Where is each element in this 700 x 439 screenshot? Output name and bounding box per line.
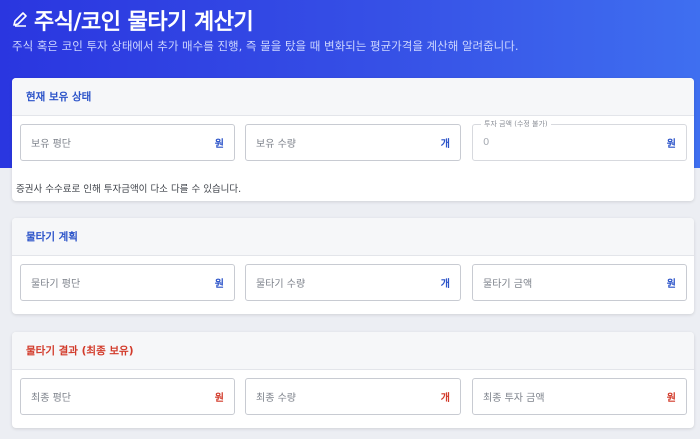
count-unit: 개 xyxy=(440,393,450,404)
holding-avg-price-placeholder: 보유 평단 xyxy=(31,139,71,150)
pencil-icon xyxy=(12,8,28,33)
result-card: 물타기 결과 (최종 보유) 최종 평단 원 최종 수량 개 최종 투자 금액 … xyxy=(12,332,694,428)
result-amount-placeholder: 최종 투자 금액 xyxy=(483,393,545,404)
won-unit: 원 xyxy=(666,393,676,404)
result-avg-price-placeholder: 최종 평단 xyxy=(31,393,71,404)
won-unit: 원 xyxy=(666,279,676,290)
page-subtitle: 주식 혹은 코인 투자 상태에서 추가 매수를 진행, 즉 물을 탔을 때 변화… xyxy=(12,39,519,53)
holding-amount-label: 투자 금액 (수정 불가) xyxy=(481,119,551,129)
result-quantity-placeholder: 최종 수량 xyxy=(256,393,296,404)
plan-amount-placeholder: 물타기 금액 xyxy=(483,279,533,290)
fee-note: 증권사 수수료로 인해 투자금액이 다소 다를 수 있습니다. xyxy=(16,184,242,195)
result-amount-field: 최종 투자 금액 원 xyxy=(472,378,687,415)
result-quantity-field: 최종 수량 개 xyxy=(245,378,461,415)
plan-title: 물타기 계획 xyxy=(12,218,694,256)
plan-avg-price-placeholder: 물타기 평단 xyxy=(31,279,81,290)
holding-amount-field: 투자 금액 (수정 불가) 0 원 xyxy=(472,119,687,161)
result-avg-price-field: 최종 평단 원 xyxy=(20,378,235,415)
won-unit: 원 xyxy=(214,393,224,404)
holding-amount-value: 0 xyxy=(483,137,490,148)
page-title-text: 주식/코인 물타기 계산기 xyxy=(34,10,254,35)
won-unit: 원 xyxy=(214,139,224,150)
holding-quantity-placeholder: 보유 수량 xyxy=(256,139,296,150)
plan-quantity-placeholder: 물타기 수량 xyxy=(256,279,306,290)
won-unit: 원 xyxy=(214,279,224,290)
holding-avg-price-input[interactable]: 보유 평단 원 xyxy=(20,124,235,161)
plan-quantity-input[interactable]: 물타기 수량 개 xyxy=(245,264,461,301)
plan-card: 물타기 계획 물타기 평단 원 물타기 수량 개 물타기 금액 원 xyxy=(12,218,694,314)
current-holding-title: 현재 보유 상태 xyxy=(12,78,694,116)
result-title: 물타기 결과 (최종 보유) xyxy=(12,332,694,370)
count-unit: 개 xyxy=(440,139,450,150)
won-unit: 원 xyxy=(666,139,676,150)
count-unit: 개 xyxy=(440,279,450,290)
plan-avg-price-input[interactable]: 물타기 평단 원 xyxy=(20,264,235,301)
plan-amount-input[interactable]: 물타기 금액 원 xyxy=(472,264,687,301)
holding-quantity-input[interactable]: 보유 수량 개 xyxy=(245,124,461,161)
page-title: 주식/코인 물타기 계산기 xyxy=(12,4,254,36)
current-holding-card: 현재 보유 상태 보유 평단 원 보유 수량 개 투자 금액 (수정 불가) 0… xyxy=(12,78,694,201)
